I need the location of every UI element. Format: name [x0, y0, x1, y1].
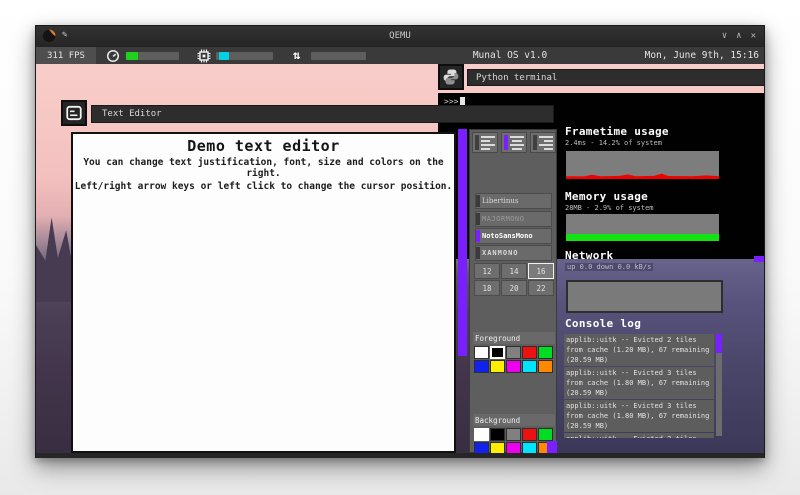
- justify-left-icon: [481, 136, 495, 150]
- panel-scrollbar-nub[interactable]: [547, 441, 557, 453]
- console-log-list[interactable]: applib::uitk -- Evicted 2 tiles from cac…: [564, 334, 724, 438]
- font-button-notosansmono[interactable]: NotoSansMono: [475, 228, 552, 244]
- window-bottom-border: [36, 453, 764, 458]
- fg-swatch[interactable]: [522, 360, 537, 373]
- memory-subtitle: 28MB - 2.9% of system: [565, 204, 725, 212]
- justify-center-button[interactable]: [501, 132, 527, 153]
- bg-swatch[interactable]: [490, 428, 505, 441]
- text-editor-title: Text Editor: [102, 109, 162, 119]
- fg-swatch[interactable]: [538, 346, 553, 359]
- bg-swatch[interactable]: [506, 428, 521, 441]
- selection-indicator: [476, 230, 480, 242]
- cpu-gauge: [216, 52, 273, 60]
- fg-swatch[interactable]: [506, 360, 521, 373]
- foreground-label: Foreground: [473, 332, 555, 344]
- frametime-title: Frametime usage: [565, 125, 725, 138]
- window-titlebar[interactable]: ✎ QEMU ∨ ∧ ✕: [36, 26, 764, 46]
- monitor-scrollbar-nub[interactable]: [754, 256, 764, 262]
- font-label: Libertinus: [482, 197, 519, 205]
- size-button-18[interactable]: 18: [474, 280, 500, 296]
- memory-graph: [566, 214, 719, 241]
- font-button-libertinus[interactable]: Libertinus: [475, 193, 552, 209]
- python-terminal-icon[interactable]: [438, 64, 464, 90]
- editor-scrollbar[interactable]: [458, 129, 467, 356]
- network-graph: [566, 280, 723, 313]
- fg-swatch[interactable]: [474, 346, 489, 359]
- python-terminal-title: Python terminal: [476, 73, 557, 83]
- background-palette: [474, 428, 556, 453]
- console-log-title: Console log: [565, 317, 641, 330]
- font-label: NotoSansMono: [482, 232, 533, 240]
- fg-swatch[interactable]: [538, 360, 553, 373]
- font-button-xanmono[interactable]: XANMONO: [475, 245, 552, 261]
- bg-swatch[interactable]: [538, 428, 553, 441]
- bg-swatch[interactable]: [506, 442, 521, 453]
- log-entry: applib::uitk -- Evicted 2 tiles from cac…: [564, 334, 714, 366]
- bg-swatch[interactable]: [522, 428, 537, 441]
- minimize-button[interactable]: ∨: [722, 31, 727, 41]
- python-terminal-titlebar[interactable]: Python terminal: [467, 69, 764, 86]
- selection-indicator: [475, 135, 479, 150]
- fg-swatch-selected[interactable]: [490, 346, 505, 359]
- bg-swatch[interactable]: [490, 442, 505, 453]
- bg-swatch-selected[interactable]: [474, 428, 489, 441]
- font-label: XANMONO: [482, 249, 519, 257]
- font-label: MAJORMONO: [482, 215, 524, 223]
- background-label: Background: [473, 414, 555, 426]
- log-entry: applib::uitk -- Evicted 3 tiles from cac…: [564, 400, 714, 432]
- maximize-button[interactable]: ∧: [736, 31, 741, 41]
- editor-side-panel: Libertinus MAJORMONO NotoSansMono XANMON…: [469, 129, 557, 453]
- frametime-subtitle: 2.4ms - 14.2% of system: [565, 139, 725, 147]
- window-title: QEMU: [36, 31, 764, 41]
- network-arrows-icon: ⇅: [293, 48, 300, 62]
- network-title: Network: [565, 249, 735, 262]
- selection-indicator: [476, 195, 480, 207]
- font-button-majormono[interactable]: MAJORMONO: [475, 211, 552, 227]
- justify-left-button[interactable]: [472, 132, 498, 153]
- size-button-14[interactable]: 14: [501, 263, 527, 279]
- network-gauge: [311, 52, 366, 60]
- bg-swatch[interactable]: [474, 442, 489, 453]
- qemu-window: ✎ QEMU ∨ ∧ ✕ 311 FPS: [35, 25, 765, 458]
- fps-counter: 311 FPS: [36, 47, 96, 64]
- clock: Mon, June 9th, 15:16: [645, 50, 759, 61]
- selection-indicator: [533, 135, 537, 150]
- bg-swatch[interactable]: [522, 442, 537, 453]
- size-button-22[interactable]: 22: [528, 280, 554, 296]
- text-editor-titlebar[interactable]: Text Editor: [91, 105, 554, 123]
- editor-line: Left/right arrow keys or left click to c…: [73, 181, 454, 192]
- size-button-12[interactable]: 12: [474, 263, 500, 279]
- fg-swatch[interactable]: [522, 346, 537, 359]
- frametime-gauge: [126, 52, 179, 60]
- selection-indicator: [476, 247, 480, 259]
- frametime-graph: [566, 151, 719, 179]
- text-editor-icon[interactable]: [61, 100, 87, 126]
- size-button-16[interactable]: 16: [528, 263, 554, 279]
- text-editor-canvas[interactable]: Demo text editor You can change text jus…: [71, 132, 456, 453]
- selection-indicator: [504, 135, 508, 150]
- size-button-20[interactable]: 20: [501, 280, 527, 296]
- desktop: Python terminal >>> Frametime usage 2.4m…: [36, 64, 764, 453]
- log-entry: applib::uitk -- Evicted 3 tiles from cac…: [564, 433, 714, 438]
- console-log-scrollbar-thumb[interactable]: [716, 334, 722, 353]
- fg-swatch[interactable]: [490, 360, 505, 373]
- editor-line: You can change text justification, font,…: [73, 157, 454, 179]
- justify-center-icon: [510, 136, 524, 150]
- console-log-scrollbar[interactable]: [716, 334, 722, 436]
- fg-swatch[interactable]: [474, 360, 489, 373]
- network-subtitle: up 0.0 down 0.0 kB/s: [565, 263, 653, 271]
- justify-right-icon: [539, 136, 553, 150]
- selection-indicator: [476, 213, 480, 225]
- editor-heading: Demo text editor: [73, 137, 454, 155]
- justify-right-button[interactable]: [530, 132, 556, 153]
- os-statusbar: 311 FPS ⇅: [36, 46, 764, 64]
- fg-swatch[interactable]: [506, 346, 521, 359]
- memory-title: Memory usage: [565, 190, 725, 203]
- log-entry: applib::uitk -- Evicted 3 tiles from cac…: [564, 367, 714, 399]
- foreground-palette: [474, 346, 556, 373]
- close-button[interactable]: ✕: [751, 31, 756, 41]
- os-name: Munal OS v1.0: [436, 50, 584, 61]
